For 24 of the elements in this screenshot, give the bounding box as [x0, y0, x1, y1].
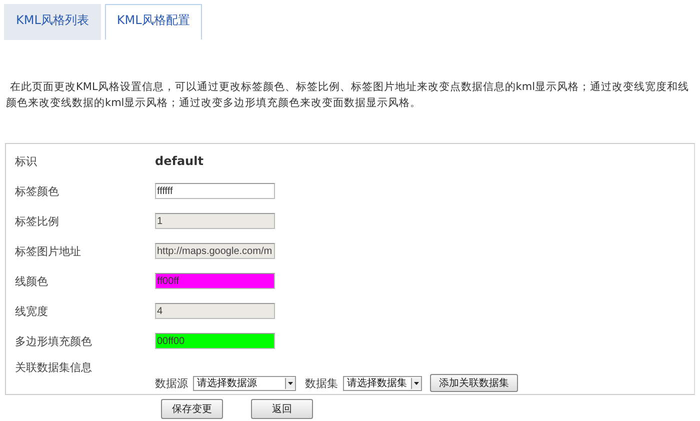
- field-label: 数据集: [305, 376, 338, 390]
- field-label: 标签比例: [15, 214, 60, 228]
- description-text: 在此页面更改KML风格设置信息，可以通过更改标签颜色、标签比例、标签图片地址来改变点数据信息的kml显示风格；通过改变线宽度和线颜色来改变线数据的kml显示风格；通过改变多边形填充颜色来改变面数据显示风格。: [6, 80, 690, 111]
- tab[interactable]: KML风格列表: [4, 4, 101, 40]
- tab[interactable]: KML风格配置: [104, 4, 202, 40]
- caret-icon: [414, 382, 419, 384]
- input-field[interactable]: 00ff00: [155, 333, 275, 349]
- action-button[interactable]: 返回: [251, 399, 313, 419]
- field-label: 标签颜色: [15, 184, 60, 198]
- field-label: 多边形填充颜色: [15, 334, 93, 348]
- add-dataset-button[interactable]: 添加关联数据集: [430, 374, 518, 392]
- field-label: 标签图片地址: [15, 244, 82, 258]
- input-field[interactable]: ffffff: [155, 183, 275, 199]
- action-button[interactable]: 保存变更: [161, 399, 223, 419]
- input-field[interactable]: ff00ff: [155, 273, 275, 289]
- field-label: 线宽度: [15, 304, 49, 318]
- field-value: default: [155, 154, 204, 168]
- select-field[interactable]: 请选择数据集: [343, 376, 422, 390]
- field-label: 数据源: [155, 376, 188, 390]
- field-label: 线颜色: [15, 274, 49, 288]
- field-label: 关联数据集信息: [15, 360, 93, 375]
- caret-icon: [288, 382, 293, 384]
- select-field[interactable]: 请选择数据源: [193, 376, 296, 390]
- field-label: 标识: [15, 154, 38, 168]
